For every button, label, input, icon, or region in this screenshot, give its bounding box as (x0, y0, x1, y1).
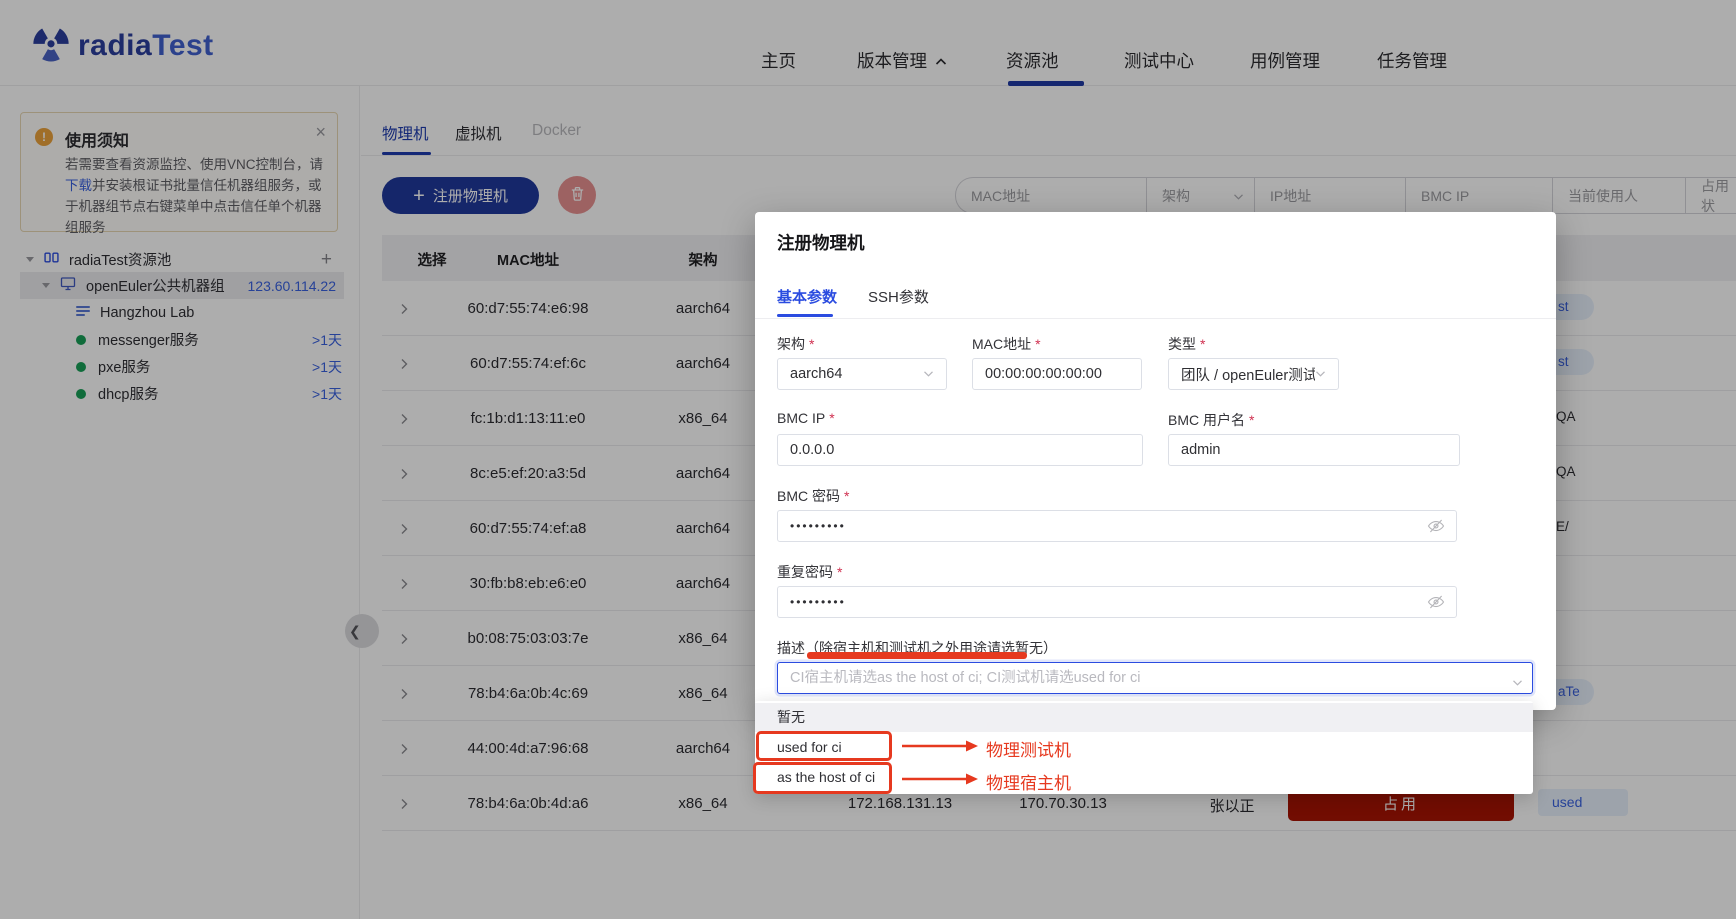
required-mark: * (1249, 412, 1254, 428)
required-mark: * (1200, 336, 1205, 352)
repeat-password-label: 重复密码* (777, 562, 842, 582)
required-mark: * (844, 488, 849, 504)
mac-input[interactable] (972, 358, 1142, 390)
modal-tab-ssh-params[interactable]: SSH参数 (868, 286, 929, 307)
bmc-user-label: BMC 用户名* (1168, 410, 1254, 430)
bmc-password-input[interactable] (777, 510, 1457, 542)
annotation-red-underline (807, 652, 1027, 659)
type-label: 类型* (1168, 334, 1205, 354)
type-select-value: 团队 / openEuler测试组 (1181, 364, 1315, 385)
register-machine-modal: 注册物理机 基本参数 SSH参数 架构* aarch64 MAC地址* 类型* … (755, 212, 1556, 710)
arch-select[interactable]: aarch64 (777, 358, 947, 390)
modal-tabs-divider (755, 318, 1556, 319)
app-screen: radiaTest 主页 版本管理 资源池 测试中心 用例管理 任务管理 ! 使… (0, 0, 1736, 919)
bmc-password-label: BMC 密码* (777, 486, 849, 506)
annotation-label-physical-host-machine: 物理宿主机 (986, 769, 1071, 794)
modal-title: 注册物理机 (777, 230, 865, 255)
chevron-down-icon[interactable] (1512, 674, 1523, 692)
annotation-arrow-icon (902, 739, 980, 758)
annotation-arrow-icon (902, 772, 980, 791)
bmc-ip-input[interactable] (777, 434, 1143, 466)
modal-tab-basic-params[interactable]: 基本参数 (777, 286, 837, 307)
bmc-ip-label: BMC IP* (777, 410, 835, 426)
repeat-password-input[interactable] (777, 586, 1457, 618)
annotation-red-box-as-the-host-of-ci (753, 762, 892, 794)
required-mark: * (837, 564, 842, 580)
required-mark: * (809, 336, 814, 352)
annotation-label-physical-test-machine: 物理测试机 (986, 736, 1071, 761)
arch-select-value: aarch64 (790, 366, 842, 382)
type-select[interactable]: 团队 / openEuler测试组 (1168, 358, 1339, 390)
required-mark: * (829, 410, 834, 426)
modal-active-tab-indicator (777, 314, 833, 317)
eye-off-icon[interactable] (1427, 594, 1445, 615)
eye-off-icon[interactable] (1427, 518, 1445, 539)
mac-label: MAC地址* (972, 334, 1041, 354)
annotation-red-box-used-for-ci (756, 731, 892, 761)
arch-label: 架构* (777, 334, 814, 354)
required-mark: * (1035, 336, 1040, 352)
chevron-down-icon (1315, 366, 1326, 382)
description-select-input[interactable] (777, 662, 1533, 694)
dropdown-option-none[interactable]: 暂无 (755, 703, 1533, 732)
bmc-user-input[interactable] (1168, 434, 1460, 466)
chevron-down-icon (923, 366, 934, 382)
